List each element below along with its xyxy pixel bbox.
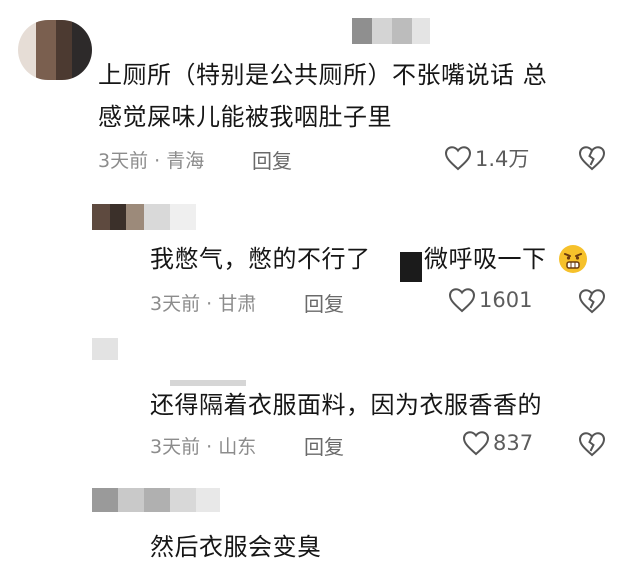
heart-outline-icon bbox=[462, 431, 490, 456]
broken-heart-icon[interactable] bbox=[578, 145, 606, 171]
comment-text: 还得隔着衣服面料，因为衣服香香的 bbox=[150, 391, 542, 419]
comment-time-location: 3天前 · 甘肃 bbox=[150, 293, 257, 315]
heart-outline-icon bbox=[444, 146, 472, 171]
avatar[interactable] bbox=[18, 20, 92, 80]
avatar[interactable] bbox=[92, 204, 144, 230]
redaction-mark bbox=[400, 252, 422, 282]
avatar[interactable] bbox=[92, 338, 118, 360]
username-blurred[interactable] bbox=[352, 18, 430, 44]
broken-heart-icon[interactable] bbox=[578, 431, 606, 457]
comment-text-line2: 感觉屎味儿能被我咽肚子里 bbox=[98, 103, 392, 131]
broken-heart-icon[interactable] bbox=[578, 288, 606, 314]
username-blurred[interactable] bbox=[92, 488, 220, 512]
comment-text: 我憋气，憋的不行了 bbox=[150, 245, 371, 273]
like-button[interactable]: 1601 bbox=[448, 287, 532, 313]
heart-outline-icon bbox=[448, 288, 476, 313]
comment-text-line1: 上厕所（特别是公共厕所）不张嘴说话 总 bbox=[98, 61, 548, 89]
username-blurred[interactable] bbox=[144, 204, 196, 230]
like-count: 1601 bbox=[479, 288, 533, 312]
reply-button[interactable]: 回复 bbox=[252, 145, 292, 174]
grimace-emoji bbox=[559, 245, 587, 273]
comment-text: 然后衣服会变臭 bbox=[150, 533, 322, 561]
like-button[interactable]: 1.4万 bbox=[444, 143, 529, 173]
comment-time-location: 3天前 · 山东 bbox=[150, 436, 257, 458]
reply-button[interactable]: 回复 bbox=[304, 431, 344, 460]
like-count: 837 bbox=[493, 431, 534, 455]
comment-time-location: 3天前 · 青海 bbox=[98, 150, 205, 172]
like-count: 1.4万 bbox=[475, 147, 530, 171]
like-button[interactable]: 837 bbox=[462, 430, 533, 456]
comment-text-continued: 微呼吸一下 bbox=[424, 245, 547, 273]
reply-button[interactable]: 回复 bbox=[304, 288, 344, 317]
